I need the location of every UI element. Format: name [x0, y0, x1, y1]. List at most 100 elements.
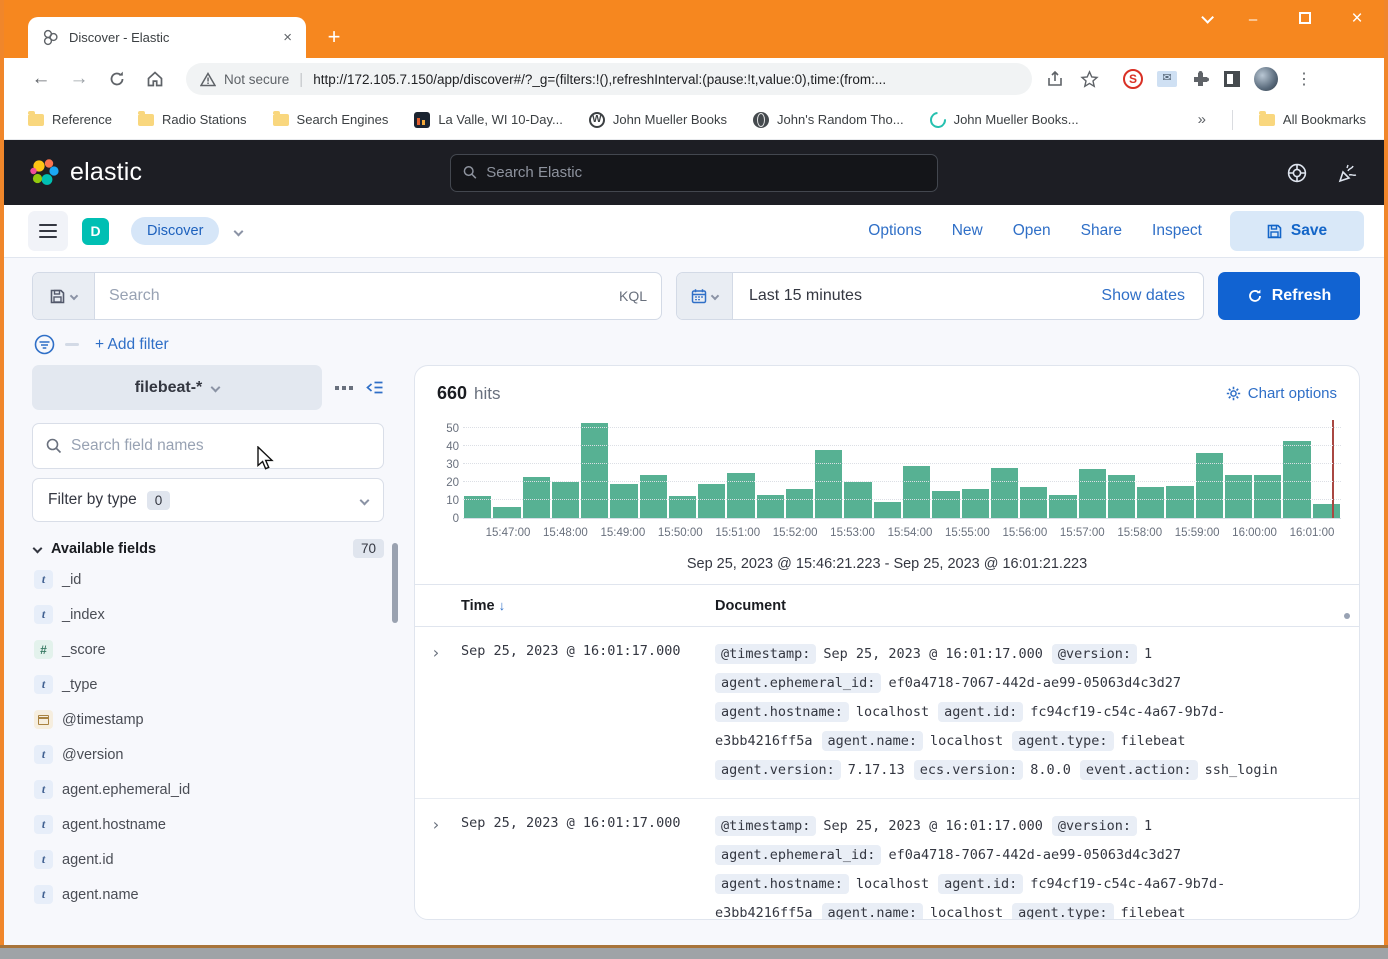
histogram-bar[interactable]	[874, 502, 901, 518]
chart-options-button[interactable]: Chart options	[1226, 385, 1337, 402]
refresh-button[interactable]: Refresh	[1218, 272, 1360, 320]
field-search-input[interactable]	[71, 437, 370, 455]
histogram-bar[interactable]	[786, 489, 813, 518]
forward-button[interactable]: →	[64, 68, 94, 90]
tab-close-icon[interactable]: ×	[279, 29, 296, 46]
expand-row-icon[interactable]: ›	[431, 640, 461, 785]
bookmark-item[interactable]: Radio Stations	[138, 112, 247, 127]
bookmark-item[interactable]: Reference	[28, 112, 112, 127]
filter-by-type[interactable]: Filter by type 0	[32, 478, 384, 522]
home-button[interactable]	[140, 69, 170, 89]
field-item[interactable]: #_score	[32, 632, 384, 667]
histogram-bar[interactable]	[581, 423, 608, 518]
nav-link-share[interactable]: Share	[1081, 222, 1122, 240]
table-row[interactable]: ›Sep 25, 2023 @ 16:01:17.000@timestamp:S…	[415, 627, 1359, 799]
collapse-sidebar-icon[interactable]	[366, 380, 384, 395]
column-time[interactable]: Time↓	[461, 598, 715, 614]
histogram-bar[interactable]	[727, 473, 754, 518]
help-icon[interactable]	[1286, 162, 1308, 184]
time-range-value[interactable]: Last 15 minutes	[733, 287, 1083, 305]
field-search[interactable]	[32, 423, 384, 469]
global-search[interactable]	[450, 154, 938, 192]
histogram-bar[interactable]	[1020, 487, 1047, 518]
histogram-bar[interactable]	[1283, 441, 1310, 518]
bookmark-star-icon[interactable]	[1080, 70, 1099, 89]
histogram-bar[interactable]	[815, 450, 842, 518]
extensions-puzzle-icon[interactable]	[1191, 70, 1210, 89]
histogram-bar[interactable]	[610, 484, 637, 518]
histogram-bar[interactable]	[1313, 504, 1340, 518]
histogram-bar[interactable]	[962, 489, 989, 518]
histogram-bar[interactable]	[1079, 469, 1106, 518]
extension-mail-icon[interactable]: ✉	[1157, 71, 1177, 87]
share-icon[interactable]	[1046, 70, 1064, 88]
back-button[interactable]: ←	[26, 68, 56, 90]
filter-icon[interactable]	[34, 334, 55, 355]
nav-link-inspect[interactable]: Inspect	[1152, 222, 1202, 240]
save-button[interactable]: Save	[1230, 211, 1364, 251]
bookmark-item[interactable]: La Valle, WI 10-Day...	[414, 112, 563, 128]
field-item[interactable]: tagent.ephemeral_id	[32, 772, 384, 807]
new-tab-button[interactable]: +	[320, 24, 348, 50]
histogram-bar[interactable]	[493, 507, 520, 518]
field-item[interactable]: t_id	[32, 562, 384, 597]
chart-plot-area[interactable]	[463, 420, 1341, 519]
bookmark-item[interactable]: John Mueller Books...	[930, 112, 1079, 128]
window-maximize-button[interactable]	[1299, 12, 1311, 24]
histogram-bar[interactable]	[552, 482, 579, 518]
nav-link-new[interactable]: New	[952, 222, 983, 240]
histogram-bar[interactable]	[698, 484, 725, 518]
window-close-button[interactable]: ×	[1348, 8, 1366, 30]
field-item[interactable]: t_index	[32, 597, 384, 632]
news-party-icon[interactable]	[1336, 162, 1358, 184]
date-quick-menu-button[interactable]	[677, 273, 733, 319]
profile-avatar[interactable]	[1254, 67, 1278, 91]
bookmark-item[interactable]: WJohn Mueller Books	[589, 112, 727, 128]
field-item[interactable]: tagent.name	[32, 877, 384, 912]
field-item[interactable]: tagent.id	[32, 842, 384, 877]
query-input[interactable]	[95, 273, 605, 319]
url-text[interactable]: http://172.105.7.150/app/discover#/?_g=(…	[313, 72, 1018, 87]
field-item[interactable]: t_type	[32, 667, 384, 702]
url-bar[interactable]: Not secure | http://172.105.7.150/app/di…	[186, 63, 1032, 95]
kql-label[interactable]: KQL	[605, 288, 661, 304]
browser-menu-icon[interactable]: ⋮	[1296, 69, 1312, 89]
histogram-bar[interactable]	[523, 477, 550, 518]
field-item[interactable]: tagent.hostname	[32, 807, 384, 842]
histogram-bar[interactable]	[932, 491, 959, 518]
window-chevron-icon[interactable]	[1201, 11, 1214, 24]
chevron-down-icon[interactable]	[234, 226, 244, 236]
query-search[interactable]: KQL	[32, 272, 662, 320]
space-avatar[interactable]: D	[82, 218, 109, 245]
bookmark-item[interactable]: John's Random Tho...	[753, 112, 904, 128]
available-fields-label[interactable]: Available fields	[51, 541, 343, 557]
browser-tab[interactable]: Discover - Elastic ×	[28, 17, 306, 58]
histogram-bar[interactable]	[1137, 487, 1164, 518]
nav-link-options[interactable]: Options	[868, 222, 921, 240]
all-bookmarks-button[interactable]: All Bookmarks	[1259, 112, 1366, 127]
global-search-input[interactable]	[486, 164, 925, 181]
histogram-bar[interactable]	[1166, 486, 1193, 518]
date-picker[interactable]: Last 15 minutes Show dates	[676, 272, 1204, 320]
bookmark-item[interactable]: Search Engines	[273, 112, 389, 127]
field-settings-dots-icon[interactable]	[335, 386, 353, 390]
sidebar-scrollbar[interactable]	[392, 543, 398, 623]
add-filter-button[interactable]: + Add filter	[95, 336, 169, 354]
extension-s-icon[interactable]: S	[1123, 69, 1143, 89]
chevron-down-icon[interactable]	[33, 544, 43, 554]
sort-desc-icon[interactable]: ↓	[499, 598, 506, 613]
bookmarks-overflow-icon[interactable]: »	[1198, 111, 1206, 128]
table-row[interactable]: ›Sep 25, 2023 @ 16:01:17.000@timestamp:S…	[415, 799, 1359, 920]
show-dates-button[interactable]: Show dates	[1083, 287, 1203, 305]
saved-query-menu-button[interactable]	[33, 273, 95, 319]
field-item[interactable]: t@version	[32, 737, 384, 772]
side-panel-icon[interactable]	[1224, 71, 1240, 87]
expand-row-icon[interactable]: ›	[431, 812, 461, 920]
elastic-brand[interactable]: elastic	[30, 158, 450, 188]
histogram-bar[interactable]	[991, 468, 1018, 518]
reload-button[interactable]	[102, 69, 132, 89]
index-pattern-selector[interactable]: filebeat-*	[32, 365, 322, 410]
field-item[interactable]: @timestamp	[32, 702, 384, 737]
histogram-bar[interactable]	[903, 466, 930, 518]
table-scrollbar[interactable]	[1344, 613, 1350, 619]
